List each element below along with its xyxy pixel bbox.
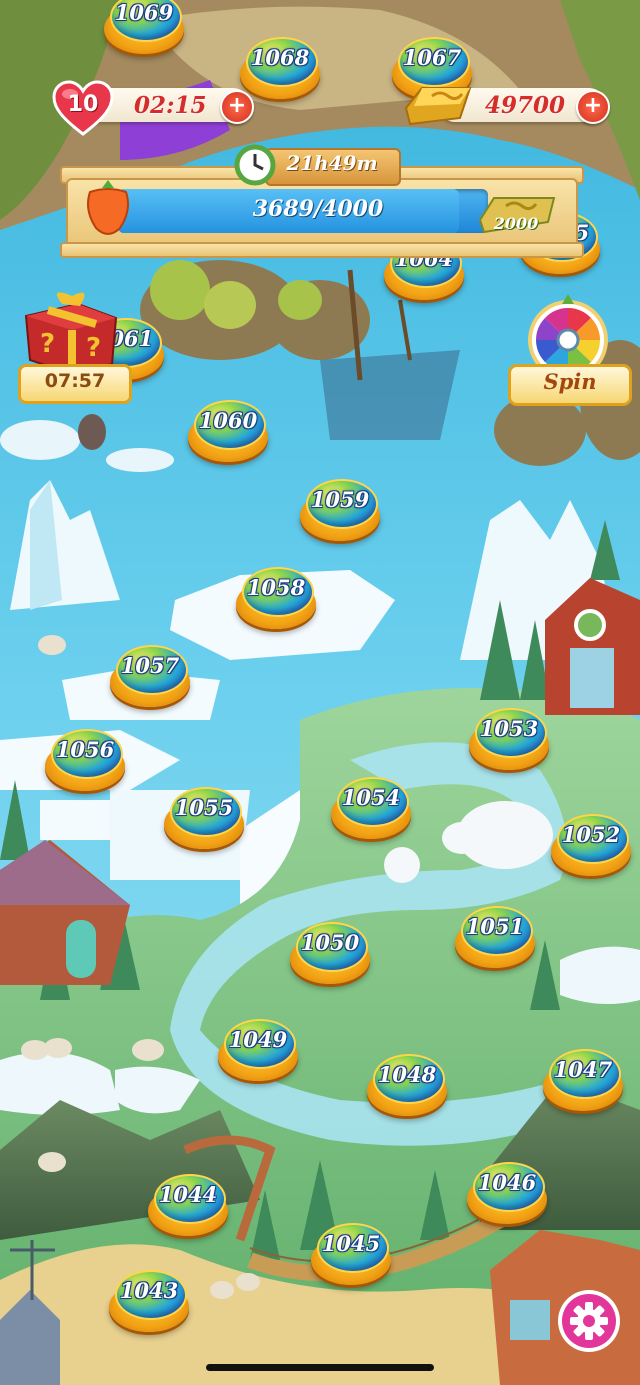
svg-text:?: ?: [86, 333, 101, 363]
level-node[interactable]: 1051: [455, 904, 535, 970]
level-node[interactable]: 1057: [110, 643, 190, 709]
add-lives-button[interactable]: +: [220, 90, 254, 124]
level-node[interactable]: 1058: [236, 565, 316, 631]
level-node[interactable]: 1044: [148, 1172, 228, 1238]
reward-amount: 2000: [493, 214, 539, 233]
coin-count: 49700: [485, 92, 566, 119]
add-coins-button[interactable]: +: [576, 90, 610, 124]
gift-timer: 07:57: [44, 370, 106, 392]
level-node[interactable]: 1049: [218, 1017, 298, 1083]
spin-button[interactable]: Spin: [508, 369, 632, 394]
carrot-icon: [87, 180, 129, 235]
level-node[interactable]: 1050: [290, 920, 370, 986]
level-node[interactable]: 1069: [104, 0, 184, 56]
level-node[interactable]: 1043: [109, 1268, 189, 1334]
level-node[interactable]: 1047: [543, 1047, 623, 1113]
level-node[interactable]: 1048: [367, 1052, 447, 1118]
settings-gear-icon[interactable]: [556, 1288, 622, 1354]
level-node[interactable]: 1056: [45, 727, 125, 793]
lives-count: 10: [67, 92, 99, 117]
gift-box-icon: ? ?: [24, 292, 118, 376]
event-plank-bottom: [60, 242, 584, 258]
event-progress-text: 3689/4000: [252, 196, 384, 222]
level-node[interactable]: 1054: [331, 775, 411, 841]
level-node[interactable]: 1045: [311, 1221, 391, 1287]
level-node[interactable]: 1059: [300, 477, 380, 543]
level-node[interactable]: 1046: [467, 1160, 547, 1226]
level-node[interactable]: 1055: [164, 785, 244, 851]
home-indicator[interactable]: [206, 1364, 434, 1371]
level-node[interactable]: 1068: [240, 35, 320, 101]
gift-mystery-mark: ?: [40, 329, 55, 359]
event-timer: 21h49m: [286, 151, 378, 175]
level-node[interactable]: 1060: [188, 398, 268, 464]
life-timer: 02:15: [134, 92, 207, 119]
level-node[interactable]: 1053: [469, 706, 549, 772]
prize-wheel-icon: [528, 294, 608, 374]
gold-bar-icon: [404, 87, 472, 126]
level-node[interactable]: 1052: [551, 812, 631, 878]
